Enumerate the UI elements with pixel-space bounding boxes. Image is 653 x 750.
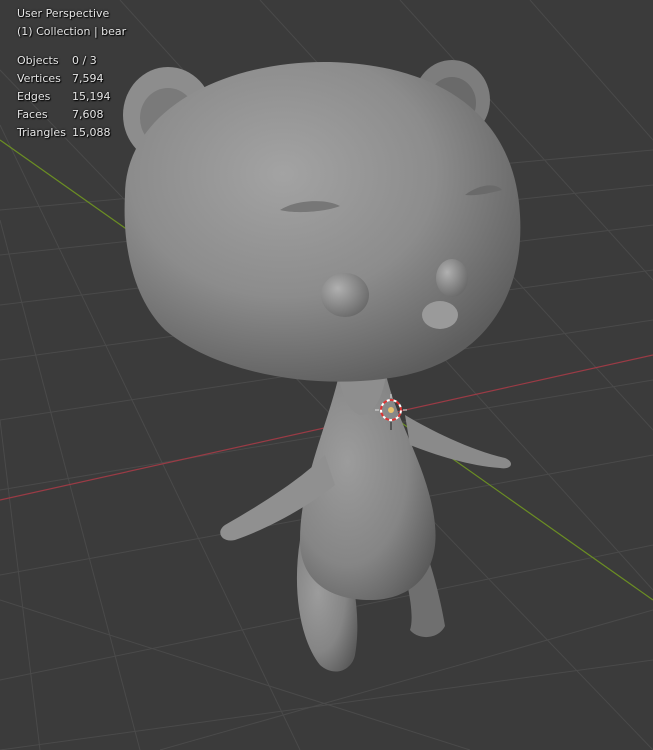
bear-model: [123, 60, 521, 672]
stat-label: Triangles: [17, 126, 66, 139]
stat-row-triangles: Triangles 15,088: [17, 124, 111, 142]
stat-row-objects: Objects 0 / 3: [17, 52, 111, 70]
stat-value: 15,088: [72, 126, 111, 139]
stat-label: Vertices: [17, 72, 61, 85]
3d-viewport[interactable]: User Perspective (1) Collection | bear O…: [0, 0, 653, 750]
collection-line: (1) Collection | bear: [17, 25, 127, 38]
stat-value: 7,594: [72, 72, 104, 85]
scene-statistics: Objects 0 / 3 Vertices 7,594 Edges 15,19…: [17, 52, 111, 142]
view-name: User Perspective: [17, 7, 110, 20]
viewport-info-overlay: User Perspective (1) Collection | bear O…: [17, 5, 126, 142]
stat-value: 15,194: [72, 90, 111, 103]
stat-value: 7,608: [72, 108, 104, 121]
stat-value: 0 / 3: [72, 54, 97, 67]
stat-label: Edges: [17, 90, 51, 103]
stat-row-edges: Edges 15,194: [17, 88, 111, 106]
stat-label: Objects: [17, 54, 59, 67]
stat-label: Faces: [17, 108, 48, 121]
stat-row-vertices: Vertices 7,594: [17, 70, 111, 88]
stat-row-faces: Faces 7,608: [17, 106, 111, 124]
